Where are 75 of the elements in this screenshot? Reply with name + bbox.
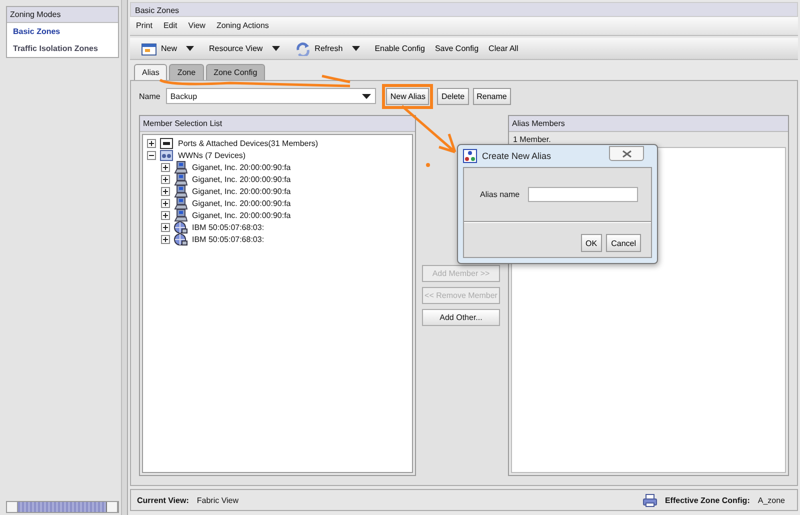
globe-icon <box>174 220 188 234</box>
panel-title: Alias Members <box>509 116 788 132</box>
status-label: Effective Zone Config: <box>664 496 750 504</box>
toolbar-button[interactable]: Refresh <box>290 40 348 58</box>
expand-icon[interactable] <box>161 210 170 220</box>
computer-icon <box>174 196 188 210</box>
menu-item[interactable]: Edit <box>163 21 178 31</box>
close-icon <box>622 150 632 158</box>
caret-icon <box>362 94 372 98</box>
expand-icon[interactable] <box>161 222 170 232</box>
close-button[interactable] <box>609 146 644 161</box>
tab[interactable]: Zone <box>169 64 204 80</box>
app-icon <box>463 149 477 163</box>
status-value: A_zone <box>758 496 785 504</box>
name-dropdown[interactable]: Backup <box>166 88 376 104</box>
dialog-button[interactable]: OK <box>580 234 602 252</box>
printer-icon <box>642 494 657 506</box>
caret-icon <box>186 46 194 51</box>
refresh-icon <box>294 42 311 56</box>
globe-icon <box>174 232 188 246</box>
computer-icon <box>174 160 188 174</box>
computer-icon <box>174 208 188 222</box>
expand-icon[interactable] <box>161 174 170 184</box>
tree-item[interactable]: Giganet, Inc. 20:00:00:90:fa <box>192 198 291 208</box>
status-value: Fabric View <box>196 496 239 504</box>
toolbar-button[interactable]: Enable Config <box>370 42 430 55</box>
tab[interactable]: Alias <box>134 64 168 80</box>
action-button[interactable]: New Alias <box>386 88 430 104</box>
dialog-title: Create New Alias <box>482 151 552 161</box>
tree-item[interactable]: Giganet, Inc. 20:00:00:90:fa <box>192 174 291 184</box>
tree-item[interactable]: Giganet, Inc. 20:00:00:90:fa <box>192 210 291 220</box>
splitter-handle[interactable] <box>122 0 128 515</box>
toolbar-button[interactable]: Resource View <box>204 42 268 55</box>
tree-item[interactable]: IBM 50:05:07:68:03: <box>192 222 264 232</box>
member-count: 1 Member. <box>512 134 552 146</box>
menu-item[interactable]: Print <box>136 21 152 31</box>
expand-icon[interactable] <box>161 186 170 196</box>
toolbar-button[interactable]: New <box>136 40 182 58</box>
menu-item[interactable]: Zoning Actions <box>216 21 269 31</box>
network-icon <box>160 148 174 162</box>
caret-icon <box>272 46 280 51</box>
expand-icon[interactable] <box>147 138 156 148</box>
menu-item[interactable]: View <box>188 21 206 31</box>
action-button[interactable]: Rename <box>472 88 511 104</box>
status-label: Current View: <box>137 496 189 504</box>
tree-item[interactable]: WWNs (7 Devices) <box>178 150 246 160</box>
expand-icon[interactable] <box>161 198 170 208</box>
action-button[interactable]: Delete <box>437 88 469 104</box>
panel-title: Zoning Modes <box>7 7 118 23</box>
dialog-button[interactable]: Cancel <box>606 234 641 252</box>
expand-icon[interactable] <box>161 234 170 244</box>
computer-icon <box>174 184 188 198</box>
tree-item[interactable]: Giganet, Inc. 20:00:00:90:fa <box>192 186 291 196</box>
panel-title: Member Selection List <box>140 116 415 132</box>
annotation-dot <box>426 163 430 167</box>
caret-icon <box>352 46 360 51</box>
transfer-button[interactable]: Add Other... <box>422 309 500 326</box>
name-label: Name <box>139 92 162 100</box>
panel-title: Basic Zones <box>130 2 798 17</box>
tree-item[interactable]: IBM 50:05:07:68:03: <box>192 234 264 244</box>
expand-icon[interactable] <box>161 162 170 172</box>
computer-icon <box>174 172 188 186</box>
toolbar-button[interactable]: Save Config <box>430 42 484 55</box>
sidebar-item[interactable]: Traffic Isolation Zones <box>7 40 118 57</box>
field-label: Alias name <box>480 190 521 199</box>
window-icon <box>141 42 157 56</box>
tab[interactable]: Zone Config <box>206 64 266 80</box>
tree-item[interactable]: Giganet, Inc. 20:00:00:90:fa <box>192 162 291 172</box>
toolbar-button[interactable]: Clear All <box>484 42 524 55</box>
sidebar-item[interactable]: Basic Zones <box>7 23 118 40</box>
tree-item[interactable]: Ports & Attached Devices(31 Members) <box>178 138 318 148</box>
alias-name-field[interactable] <box>528 187 638 202</box>
horizontal-scrollbar[interactable] <box>6 501 119 513</box>
expand-icon[interactable] <box>147 150 156 160</box>
port-icon <box>160 136 174 150</box>
